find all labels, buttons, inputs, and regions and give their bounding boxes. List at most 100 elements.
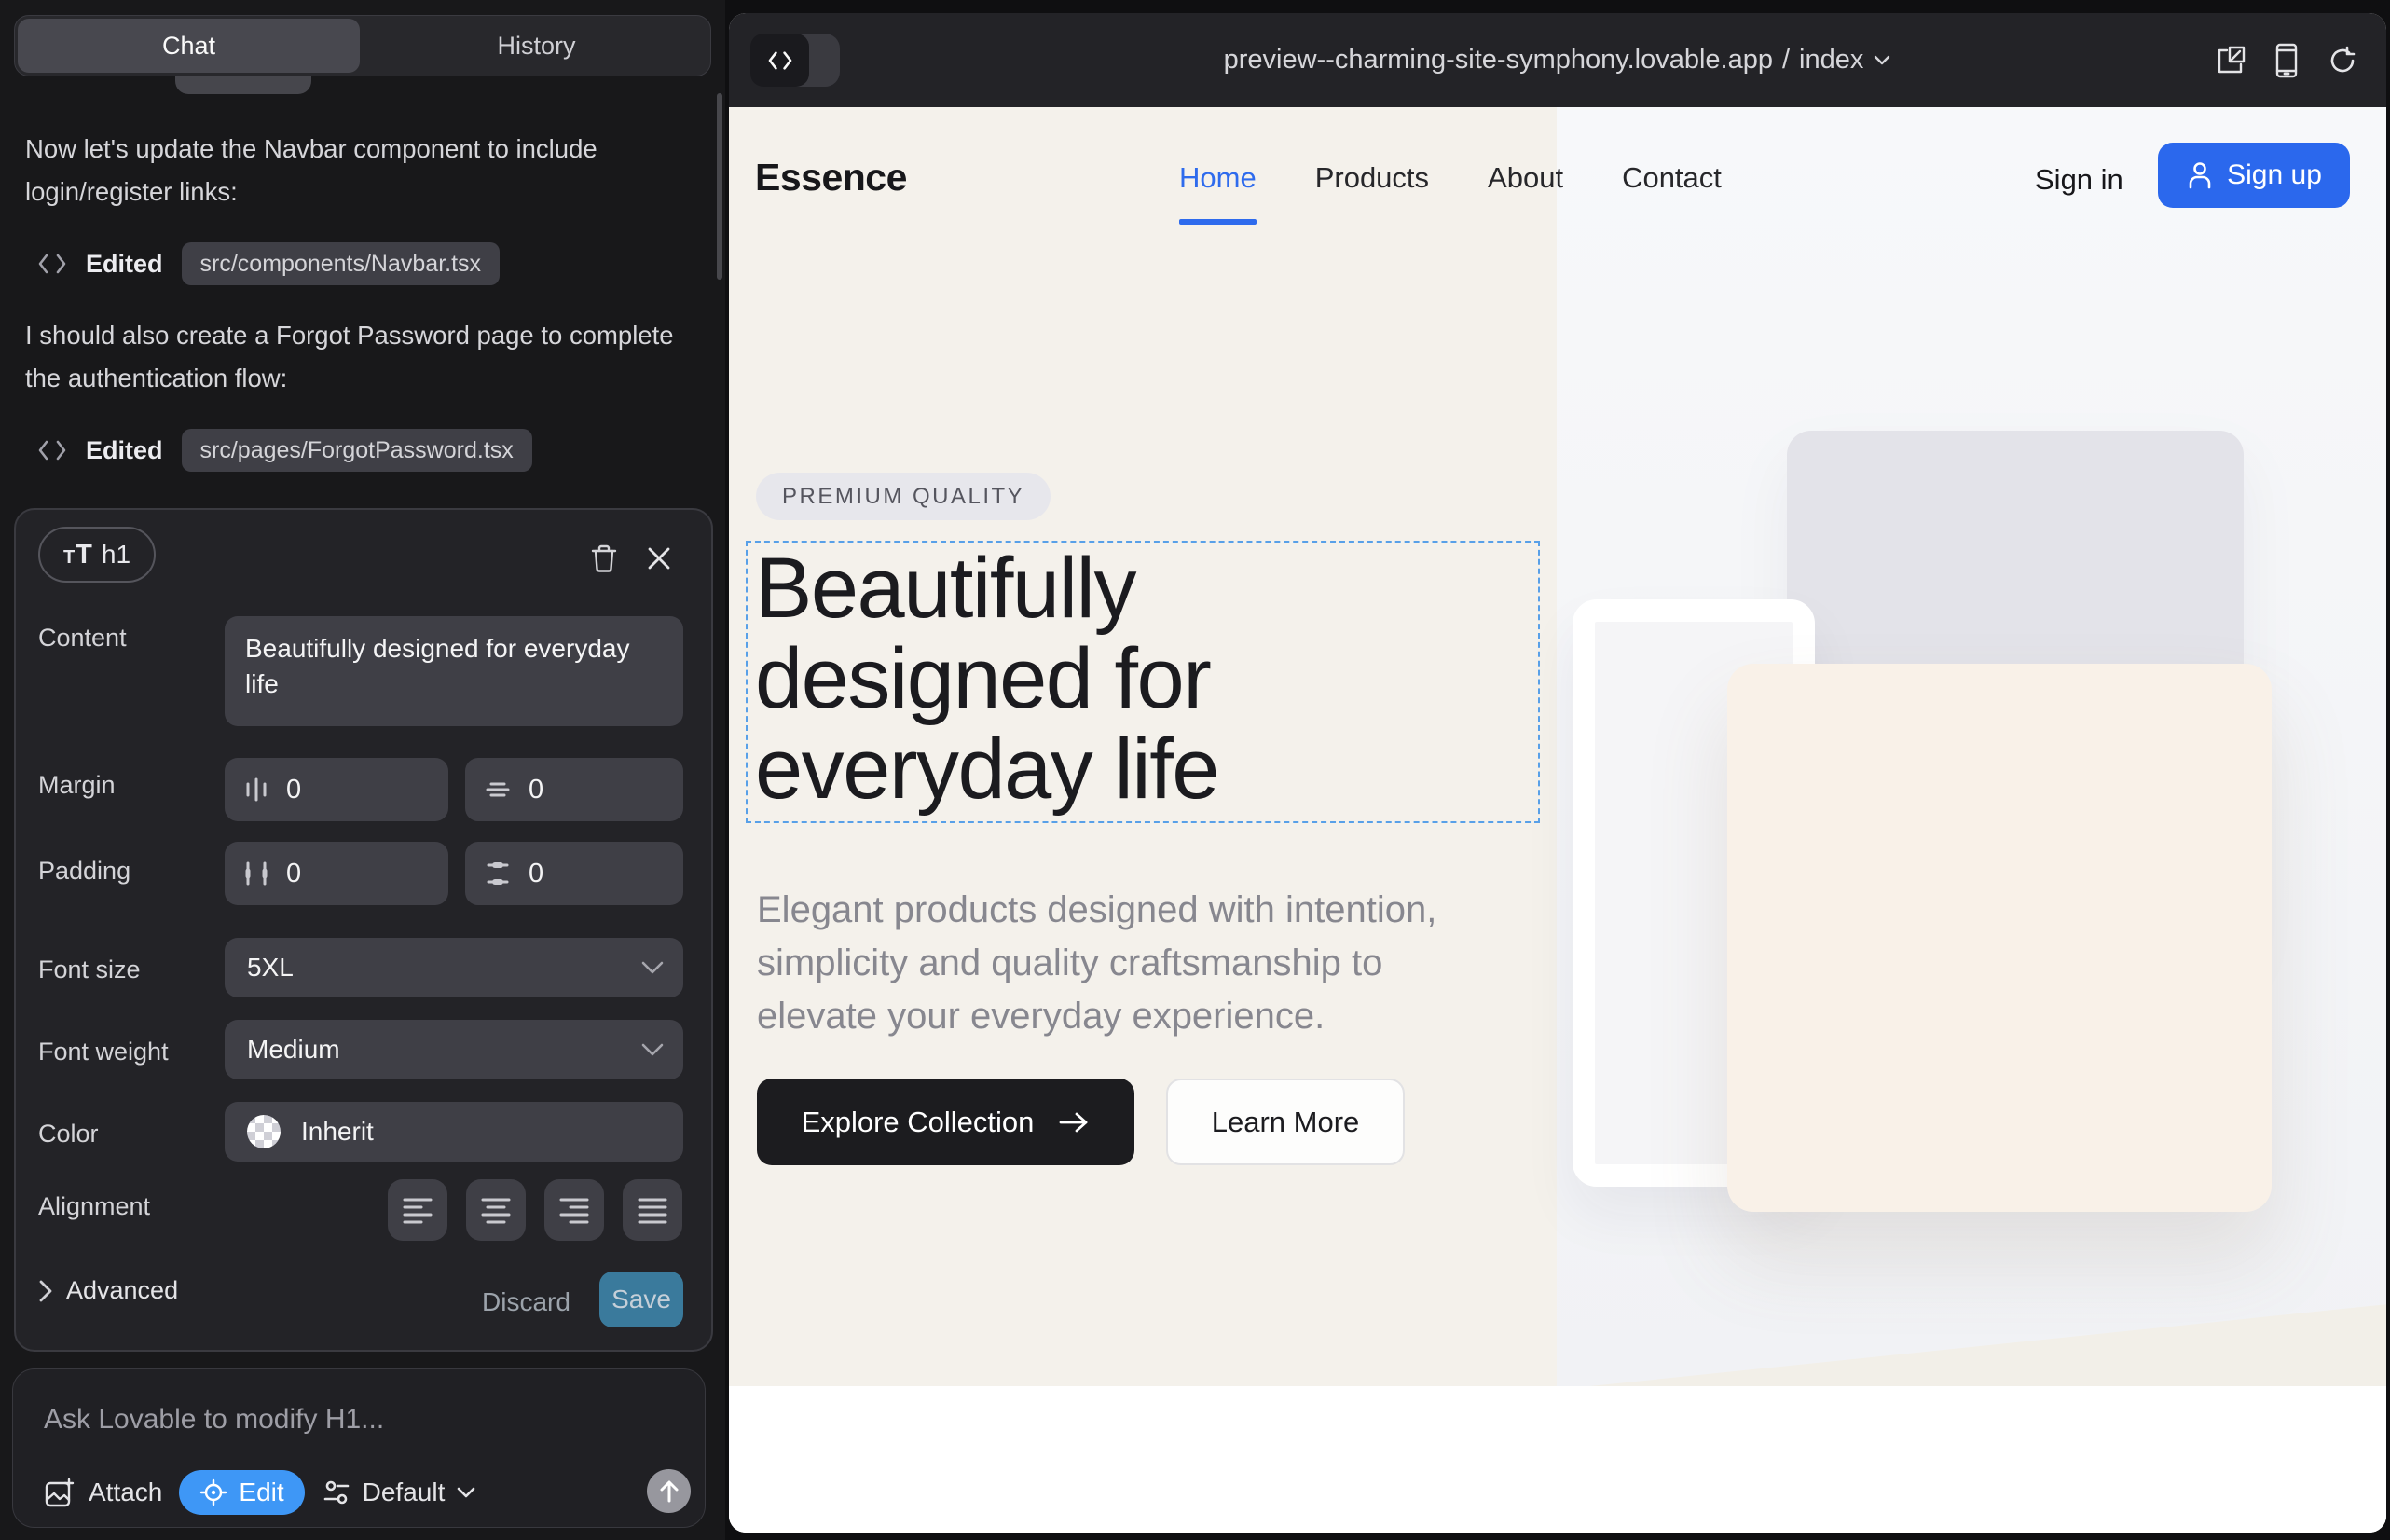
- edited-file-row: Edited src/components/Navbar.tsx: [37, 242, 500, 285]
- padding-label: Padding: [38, 857, 130, 886]
- chat-history-tabbar: Chat History: [14, 15, 711, 76]
- element-tag-pill[interactable]: TT h1: [38, 527, 156, 583]
- edited-label: Edited: [86, 250, 163, 279]
- edited-file-pill[interactable]: src/pages/ForgotPassword.tsx: [182, 429, 532, 472]
- align-justify-button[interactable]: [623, 1179, 682, 1241]
- site-logo[interactable]: Essence: [755, 156, 907, 199]
- font-size-value: 5XL: [247, 953, 294, 983]
- chat-scrollbar[interactable]: [717, 93, 722, 280]
- sign-in-link[interactable]: Sign in: [2035, 163, 2123, 197]
- font-weight-label: Font weight: [38, 1038, 169, 1066]
- alignment-label: Alignment: [38, 1192, 150, 1221]
- edit-label: Edit: [239, 1478, 283, 1507]
- site-viewport: Essence Home Products About Contact Sign…: [729, 107, 2386, 1533]
- attach-button[interactable]: Attach: [44, 1477, 162, 1508]
- margin-x-value: 0: [286, 775, 301, 805]
- color-swatch: [247, 1115, 281, 1148]
- padding-x-input[interactable]: 0: [225, 842, 448, 905]
- tab-history[interactable]: History: [365, 19, 707, 73]
- attach-label: Attach: [89, 1478, 162, 1507]
- chevron-down-icon: [640, 1042, 665, 1057]
- mobile-view-icon[interactable]: [2274, 43, 2299, 78]
- url-bar[interactable]: preview--charming-site-symphony.lovable.…: [729, 13, 2386, 107]
- margin-y-value: 0: [529, 775, 543, 805]
- chevron-down-icon: [456, 1486, 476, 1499]
- padding-y-input[interactable]: 0: [465, 842, 683, 905]
- align-left-button[interactable]: [388, 1179, 447, 1241]
- learn-more-button[interactable]: Learn More: [1166, 1079, 1405, 1165]
- padding-y-value: 0: [529, 859, 543, 889]
- align-center-button[interactable]: [466, 1179, 526, 1241]
- hero-section: Essence Home Products About Contact Sign…: [729, 107, 2386, 1386]
- browser-actions: [2215, 13, 2358, 107]
- nav-about[interactable]: About: [1488, 161, 1563, 195]
- hero-paragraph: Elegant products designed with intention…: [757, 884, 1436, 1043]
- margin-label: Margin: [38, 771, 116, 800]
- edited-file-pill[interactable]: src/components/Navbar.tsx: [182, 242, 501, 285]
- assistant-message: Now let's update the Navbar component to…: [25, 128, 687, 213]
- nav-products[interactable]: Products: [1315, 161, 1429, 195]
- padding-horizontal-icon: [243, 859, 269, 887]
- chevron-down-icon: [640, 960, 665, 975]
- prompt-input[interactable]: Ask Lovable to modify H1...: [44, 1404, 384, 1436]
- color-value: Inherit: [301, 1117, 374, 1147]
- prompt-toolbar: Attach Edit Default: [44, 1470, 476, 1515]
- browser-chrome: preview--charming-site-symphony.lovable.…: [729, 13, 2386, 107]
- mode-select[interactable]: Default: [322, 1478, 477, 1507]
- edited-label: Edited: [86, 436, 163, 465]
- clipped-chat-chip: [175, 76, 311, 94]
- content-input[interactable]: Beautifully designed for everyday life: [225, 616, 683, 726]
- edit-mode-button[interactable]: Edit: [179, 1470, 304, 1515]
- element-editor-panel: TT h1 Content Beautifully designed for e…: [14, 508, 713, 1352]
- advanced-label: Advanced: [66, 1276, 178, 1305]
- advanced-toggle[interactable]: Advanced: [38, 1276, 178, 1305]
- send-button[interactable]: [647, 1469, 691, 1513]
- sign-up-button[interactable]: Sign up: [2158, 143, 2350, 208]
- sign-up-label: Sign up: [2227, 159, 2322, 191]
- target-icon: [199, 1478, 227, 1506]
- sliders-icon: [322, 1478, 351, 1506]
- refresh-icon[interactable]: [2327, 45, 2358, 76]
- url-page: index: [1799, 45, 1863, 76]
- preview-window: preview--charming-site-symphony.lovable.…: [729, 13, 2386, 1533]
- margin-y-input[interactable]: 0: [465, 758, 683, 821]
- hero-heading[interactable]: Beautifully designed for everyday life: [755, 543, 1538, 815]
- font-size-label: Font size: [38, 956, 141, 984]
- align-right-button[interactable]: [544, 1179, 604, 1241]
- code-icon: [37, 438, 67, 462]
- save-button[interactable]: Save: [599, 1272, 683, 1327]
- font-size-select[interactable]: 5XL: [225, 938, 683, 997]
- color-select[interactable]: Inherit: [225, 1102, 683, 1162]
- tab-chat[interactable]: Chat: [18, 19, 360, 73]
- nav-home[interactable]: Home: [1179, 161, 1257, 195]
- open-external-icon[interactable]: [2215, 45, 2246, 76]
- delete-element-button[interactable]: [590, 543, 618, 573]
- chevron-down-icon: [1873, 54, 1891, 66]
- mode-label: Default: [363, 1478, 446, 1507]
- assistant-message: I should also create a Forgot Password p…: [25, 314, 687, 400]
- color-label: Color: [38, 1120, 99, 1148]
- content-label: Content: [38, 624, 127, 653]
- decorative-cream-card: [1727, 664, 2272, 1212]
- font-weight-value: Medium: [247, 1035, 340, 1065]
- explore-collection-button[interactable]: Explore Collection: [757, 1079, 1134, 1165]
- element-tag-name: h1: [102, 540, 130, 570]
- margin-horizontal-icon: [243, 776, 269, 804]
- nav-contact[interactable]: Contact: [1622, 161, 1722, 195]
- padding-x-value: 0: [286, 859, 301, 889]
- margin-vertical-icon: [484, 777, 512, 803]
- url-host: preview--charming-site-symphony.lovable.…: [1224, 45, 1773, 76]
- cta-primary-label: Explore Collection: [802, 1106, 1035, 1139]
- site-nav: Home Products About Contact: [1179, 161, 1722, 195]
- user-icon: [2186, 160, 2214, 190]
- discard-button[interactable]: Discard: [482, 1276, 570, 1328]
- padding-vertical-icon: [484, 860, 512, 887]
- next-section: [729, 1386, 2386, 1533]
- attach-image-icon: [44, 1477, 76, 1508]
- font-weight-select[interactable]: Medium: [225, 1020, 683, 1079]
- code-icon: [37, 252, 67, 276]
- prompt-card: Ask Lovable to modify H1... Attach Edit …: [12, 1368, 706, 1528]
- margin-x-input[interactable]: 0: [225, 758, 448, 821]
- edited-file-row: Edited src/pages/ForgotPassword.tsx: [37, 429, 532, 472]
- close-editor-button[interactable]: [646, 545, 672, 571]
